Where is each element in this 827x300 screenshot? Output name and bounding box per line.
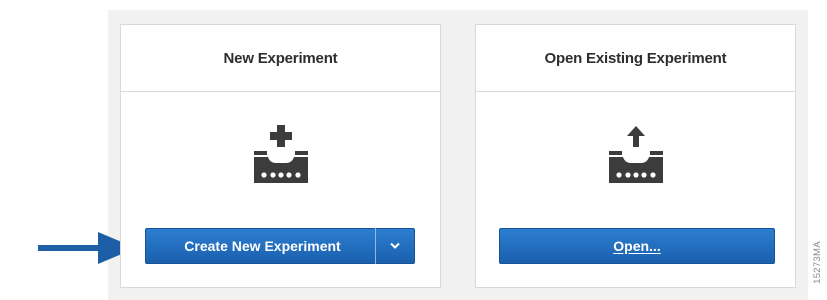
figure-code: 15273MA xyxy=(811,232,823,292)
figure-code-text: 15273MA xyxy=(811,240,823,284)
add-plate-icon xyxy=(250,123,312,185)
create-new-experiment-label: Create New Experiment xyxy=(184,238,341,254)
new-experiment-card: New Experiment Create New Experiment xyxy=(120,24,441,288)
open-button[interactable]: Open... xyxy=(499,228,775,264)
upload-plate-icon xyxy=(605,123,667,185)
open-button-label: Open... xyxy=(613,238,661,254)
chevron-down-icon[interactable] xyxy=(376,242,414,250)
open-existing-experiment-card: Open Existing Experiment Open... xyxy=(475,24,796,288)
new-experiment-title: New Experiment xyxy=(121,25,440,92)
open-existing-experiment-title: Open Existing Experiment xyxy=(476,25,795,92)
create-new-experiment-button[interactable]: Create New Experiment xyxy=(145,228,415,264)
